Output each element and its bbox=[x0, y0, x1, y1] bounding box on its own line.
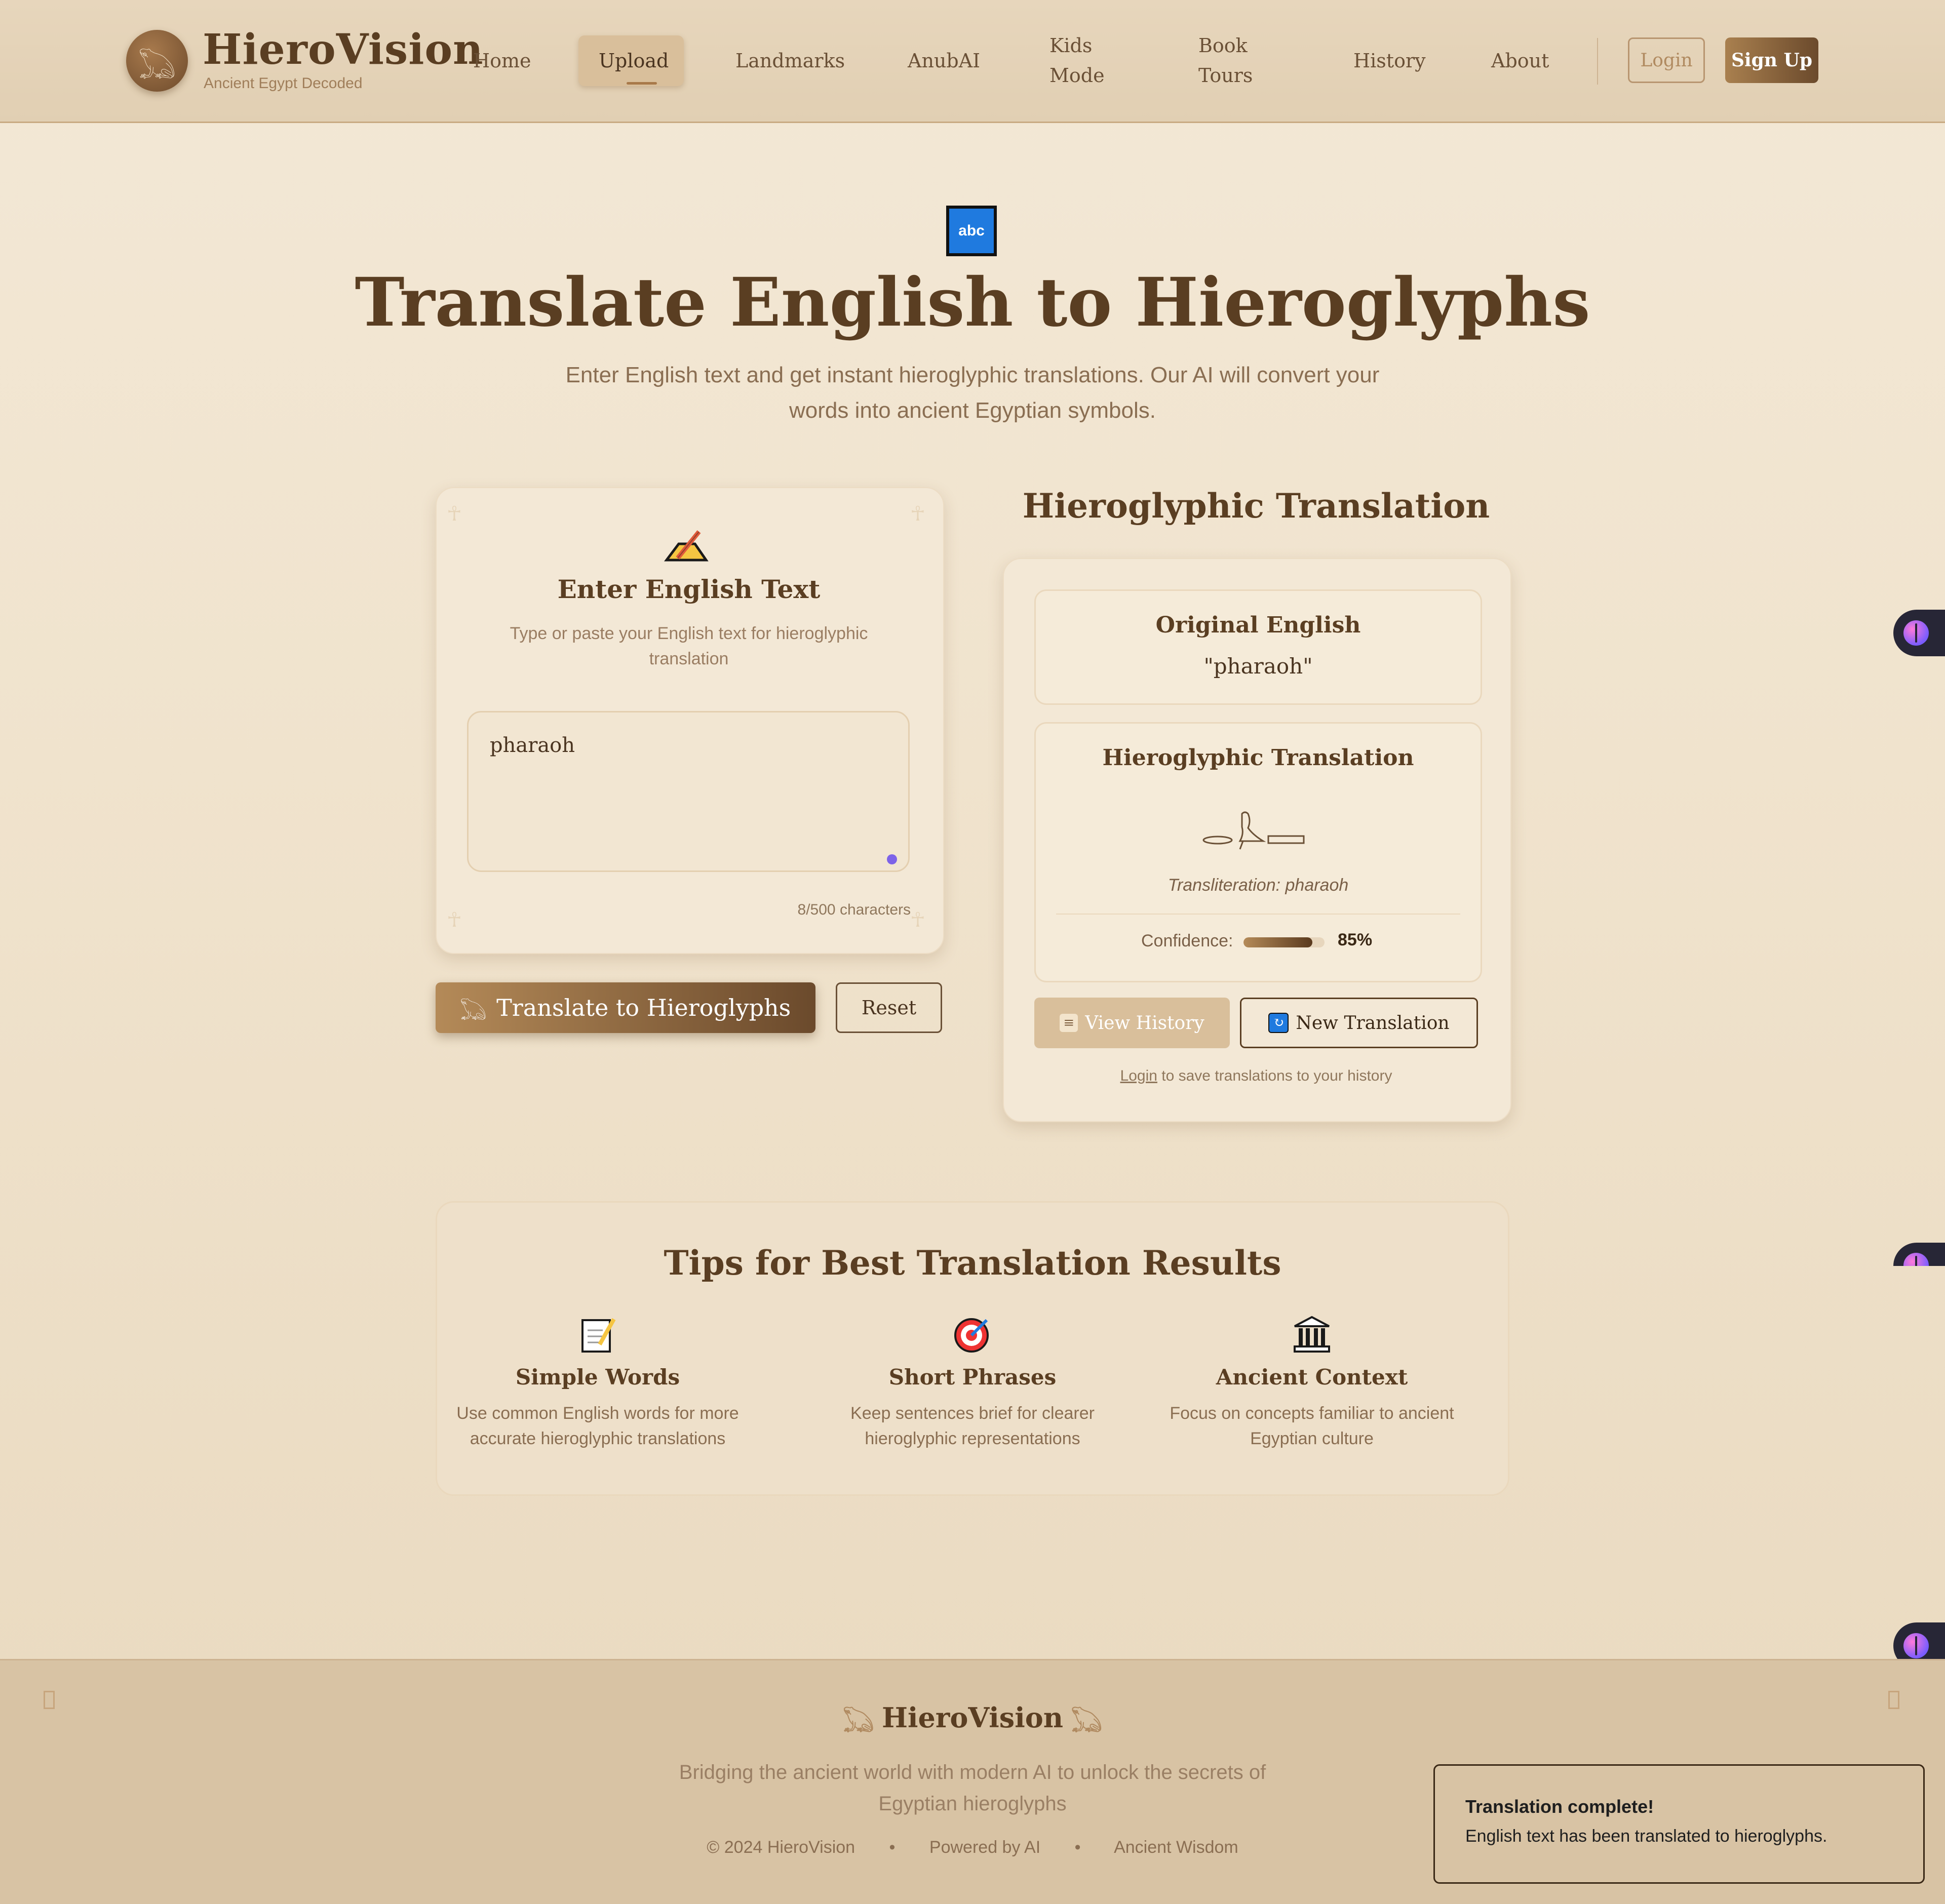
nav-about[interactable]: About bbox=[1491, 46, 1549, 75]
input-card-title: Enter English Text bbox=[557, 574, 821, 604]
tips-card: Tips for Best Translation Results Simple… bbox=[436, 1201, 1509, 1496]
translate-button-label: Translate to Hieroglyphs bbox=[496, 994, 791, 1021]
original-english-box: Original English "pharaoh" bbox=[1034, 589, 1482, 705]
tip-description: Keep sentences brief for clearer hierogl… bbox=[850, 1404, 1095, 1448]
nav-divider bbox=[1597, 38, 1598, 85]
login-link[interactable]: Login bbox=[1120, 1067, 1157, 1084]
abc-icon: abc bbox=[946, 206, 997, 256]
original-english-label: Original English bbox=[1155, 612, 1361, 638]
eye-of-horus-icon: 𓆏 bbox=[460, 1000, 487, 1020]
english-text-input[interactable]: pharaoh bbox=[467, 711, 910, 872]
footer-powered: Powered by AI bbox=[929, 1838, 1041, 1857]
refresh-icon: ↻ bbox=[1268, 1013, 1289, 1033]
tip-title: Ancient Context bbox=[1216, 1365, 1408, 1390]
transliteration: Transliteration: pharaoh bbox=[1168, 876, 1349, 895]
nav-history[interactable]: History bbox=[1353, 46, 1426, 75]
tip-description: Focus on concepts familiar to ancient Eg… bbox=[1170, 1404, 1454, 1448]
tip-ancient-context: Ancient Context Focus on concepts famili… bbox=[1155, 1315, 1469, 1451]
page-subtitle: Enter English text and get instant hiero… bbox=[565, 363, 1380, 423]
login-note: Login to save translations to your histo… bbox=[1034, 1067, 1478, 1085]
grammar-assist-icon[interactable] bbox=[887, 854, 897, 864]
signup-button[interactable]: Sign Up bbox=[1725, 37, 1818, 83]
ai-assistant-widget[interactable] bbox=[1893, 610, 1945, 656]
ankh-deco-icon: ☥ bbox=[447, 503, 462, 525]
tip-description: Use common English words for more accura… bbox=[456, 1404, 739, 1448]
hieroglyph-glyph-icon bbox=[1202, 811, 1305, 850]
page-title: Translate English to Hieroglyphs bbox=[355, 263, 1590, 342]
nav-book-tours-line1: Book bbox=[1198, 34, 1248, 57]
footer-brand: 𓆏 HieroVision 𓆏 bbox=[0, 1701, 1945, 1734]
ai-assistant-widget[interactable] bbox=[1893, 1243, 1945, 1266]
confidence-bar bbox=[1243, 937, 1325, 947]
memo-icon bbox=[441, 1315, 755, 1361]
temple-icon bbox=[1155, 1315, 1469, 1361]
toast-notification[interactable]: Translation complete! English text has b… bbox=[1433, 1764, 1925, 1884]
footer-wisdom: Ancient Wisdom bbox=[1114, 1838, 1238, 1857]
target-icon bbox=[815, 1315, 1130, 1361]
brain-icon bbox=[1903, 620, 1929, 646]
result-section-title: Hieroglyphic Translation bbox=[1022, 486, 1490, 526]
login-note-text: to save translations to your history bbox=[1161, 1067, 1392, 1084]
brain-icon bbox=[1903, 1633, 1929, 1658]
reset-button[interactable]: Reset bbox=[836, 982, 942, 1033]
confidence-value: 85% bbox=[1338, 930, 1373, 949]
ankh-deco-icon: ☥ bbox=[910, 909, 925, 931]
ankh-deco-icon: ☥ bbox=[447, 909, 462, 931]
hieroglyph-glyphs bbox=[1036, 805, 1481, 850]
nav-kids-mode-line1: Kids bbox=[1049, 34, 1093, 57]
view-history-button[interactable]: ≡ View History bbox=[1034, 998, 1230, 1048]
brand-name[interactable]: HieroVision bbox=[203, 25, 484, 74]
tip-short-phrases: Short Phrases Keep sentences brief for c… bbox=[815, 1315, 1130, 1451]
translate-button[interactable]: 𓆏 Translate to Hieroglyphs bbox=[436, 982, 815, 1033]
view-history-label: View History bbox=[1085, 1012, 1204, 1034]
hieroglyph-result-box: Hieroglyphic Translation Transliteration… bbox=[1034, 722, 1482, 982]
eye-of-horus-icon: 𓆏 bbox=[1071, 1709, 1102, 1732]
brand-tagline: Ancient Egypt Decoded bbox=[204, 75, 363, 92]
character-count: 8/500 characters bbox=[797, 901, 911, 918]
divider bbox=[1056, 914, 1460, 915]
ankh-deco-icon: ☥ bbox=[910, 503, 925, 525]
footer-description: Bridging the ancient world with modern A… bbox=[679, 1761, 1266, 1815]
tip-title: Short Phrases bbox=[888, 1365, 1057, 1390]
original-english-value: "pharaoh" bbox=[1203, 654, 1313, 679]
nav-upload[interactable]: Upload bbox=[599, 46, 669, 75]
logo-eye-icon[interactable]: 𓆏 bbox=[126, 30, 188, 92]
nav-landmarks[interactable]: Landmarks bbox=[735, 46, 845, 75]
books-icon: ≡ bbox=[1060, 1014, 1078, 1032]
footer-separator: • bbox=[1074, 1838, 1081, 1857]
writing-hand-icon bbox=[664, 525, 709, 575]
brain-icon bbox=[1903, 1253, 1929, 1266]
hieroglyph-translation-label: Hieroglyphic Translation bbox=[1102, 745, 1414, 771]
input-card-description: Type or paste your English text for hier… bbox=[510, 624, 868, 668]
nav-home[interactable]: Home bbox=[473, 46, 531, 75]
nav-active-underline bbox=[627, 82, 657, 85]
login-button[interactable]: Login bbox=[1628, 37, 1705, 83]
footer-copyright: © 2024 HieroVision bbox=[707, 1838, 855, 1857]
confidence-bar-fill bbox=[1243, 937, 1312, 947]
nav-kids-mode-line2: Mode bbox=[1049, 64, 1105, 87]
toast-body: English text has been translated to hier… bbox=[1465, 1827, 1827, 1846]
nav-book-tours-line2: Tours bbox=[1198, 64, 1253, 87]
eye-of-horus-icon: 𓆏 bbox=[843, 1709, 874, 1732]
tip-simple-words: Simple Words Use common English words fo… bbox=[441, 1315, 755, 1451]
confidence-label: Confidence: bbox=[1141, 931, 1233, 950]
footer-separator: • bbox=[889, 1838, 896, 1857]
new-translation-button[interactable]: ↻ New Translation bbox=[1240, 998, 1478, 1048]
top-navbar: 𓆏 HieroVision Ancient Egypt Decoded Home… bbox=[0, 0, 1945, 123]
nav-anubai[interactable]: AnubAI bbox=[908, 46, 980, 75]
new-translation-label: New Translation bbox=[1296, 1012, 1450, 1034]
toast-title: Translation complete! bbox=[1465, 1796, 1654, 1817]
tip-title: Simple Words bbox=[515, 1365, 680, 1390]
footer-brand-name: HieroVision bbox=[881, 1701, 1063, 1734]
tips-title: Tips for Best Translation Results bbox=[664, 1243, 1281, 1283]
